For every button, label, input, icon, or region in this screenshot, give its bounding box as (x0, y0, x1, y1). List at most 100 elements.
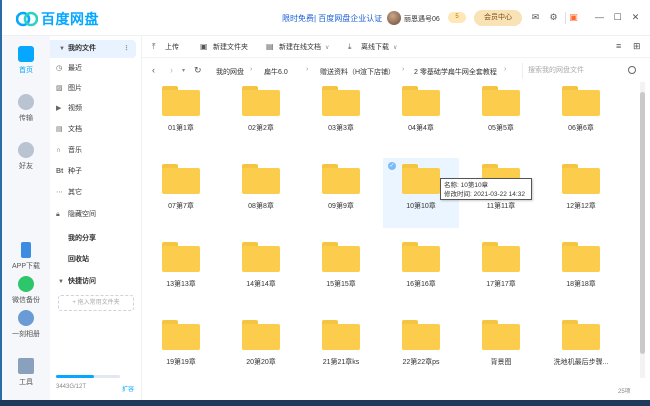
close-icon[interactable]: ✕ (630, 12, 641, 23)
folder-item[interactable]: 04第4章 (383, 80, 459, 150)
sidebar-item-music[interactable]: ∩ 音乐 (50, 142, 140, 160)
breadcrumb-item[interactable]: 赠送资料（H渲下店铺） (320, 67, 395, 77)
offline-download-button[interactable]: ⤓ 离线下载 ∨ (348, 42, 397, 52)
maximize-icon[interactable]: ☐ (612, 12, 623, 23)
nav-home[interactable]: 首页 (2, 46, 50, 75)
folder-item[interactable]: 12第12章 (543, 158, 619, 228)
nav-label: 一刻相册 (12, 331, 40, 338)
breadcrumb-item[interactable]: 2 零基础学扁牛网全套教程 (414, 67, 497, 77)
folder-item[interactable]: 20第20章 (223, 314, 299, 382)
expand-storage-link[interactable]: 扩容 (122, 384, 134, 393)
folder-item[interactable]: 18第18章 (543, 236, 619, 306)
checkbox-icon[interactable]: ✓ (388, 162, 396, 170)
sidebar-item-torrents[interactable]: Bt 种子 (50, 163, 140, 181)
breadcrumb-item[interactable]: 扁牛6.0 (264, 67, 288, 77)
history-dropdown-icon[interactable]: ▾ (182, 67, 185, 74)
folder-item[interactable]: 15第15章 (303, 236, 379, 306)
grid-view-icon[interactable]: ⊞ (633, 41, 641, 52)
back-icon[interactable]: ‹ (152, 65, 155, 75)
scrollbar[interactable] (640, 82, 645, 378)
folder-icon (162, 242, 200, 272)
upload-button[interactable]: ⤒ 上传 (152, 42, 179, 52)
folder-item[interactable]: 背景图 (463, 314, 539, 382)
nav-app-download[interactable]: APP下载 (2, 242, 50, 271)
folder-item[interactable]: 08第8章 (223, 158, 299, 228)
sort-icon[interactable]: ≡ (616, 41, 621, 51)
username[interactable]: 丽恩遇号06 (404, 14, 440, 24)
folder-name: 05第5章 (488, 125, 514, 132)
folder-item[interactable]: 06第6章 (543, 80, 619, 150)
folder-item[interactable]: 17第17章 (463, 236, 539, 306)
forward-icon[interactable]: › (170, 65, 173, 75)
folder-item[interactable]: 16第16章 (383, 236, 459, 306)
nav-tools[interactable]: 工具 (2, 358, 50, 387)
gear-icon[interactable]: ⚙ (548, 12, 559, 23)
nav-label: APP下载 (11, 263, 40, 270)
path-bar: ‹ › ▾ ↻ 我的网盘 › 扁牛6.0 › 赠送资料（H渲下店铺） › 2 零… (142, 63, 650, 79)
app-logo[interactable]: 百度网盘 (16, 9, 99, 29)
storage-quota-fill (56, 375, 95, 378)
sidebar-heading: 我的文件 (67, 45, 96, 52)
scrollbar-thumb[interactable] (640, 92, 645, 354)
nav-album[interactable]: 一刻相册 (2, 310, 50, 339)
sidebar-item-label: 音乐 (68, 147, 82, 154)
folder-item[interactable]: 21第21章ks (303, 314, 379, 382)
transfer-icon (18, 94, 34, 110)
home-icon (18, 46, 34, 62)
folder-item[interactable]: 02第2章 (223, 80, 299, 150)
new-folder-button[interactable]: ▣ 新建文件夹 (200, 42, 248, 52)
main-panel: ⤒ 上传 ▣ 新建文件夹 ▤ 新建在线文档 ∨ ⤓ 离线下载 ∨ ≡ ⊞ ‹ › ▾ ↻ 我… (142, 36, 650, 400)
folder-name: 17第17章 (486, 281, 516, 288)
nav-friends[interactable]: 好友 (2, 142, 50, 171)
more-dots-icon[interactable]: ⋮ (123, 40, 130, 58)
phone-icon (21, 242, 31, 258)
download-icon: ⤓ (348, 42, 352, 51)
folder-item[interactable]: 22第22章ps (383, 314, 459, 382)
sidebar-my-files[interactable]: ▼ 我的文件 ⋮ (50, 40, 136, 58)
sidebar-item-recent[interactable]: ◷ 最近 (50, 60, 140, 78)
folder-item[interactable]: 13第13章 (143, 236, 219, 306)
folder-item[interactable]: 19第19章 (143, 314, 219, 382)
avatar[interactable] (387, 11, 401, 25)
member-center-button[interactable]: 会员中心 (474, 10, 522, 26)
minimize-icon[interactable]: — (594, 12, 605, 23)
sidebar-item-label: 种子 (68, 168, 82, 175)
sidebar-recycle-bin[interactable]: 回收站 (68, 254, 89, 264)
gift-icon[interactable]: ▣ (568, 12, 579, 23)
button-label: 新建在线文档 (279, 44, 321, 51)
sidebar-item-videos[interactable]: ▶ 视频 (50, 100, 140, 118)
sidebar-item-hidden-space[interactable]: 🔒︎ 隐藏空间 (50, 206, 140, 224)
refresh-icon[interactable]: ↻ (194, 65, 202, 76)
promo-link[interactable]: 限时免费| 百度网盘企业认证 (282, 13, 382, 24)
sidebar-item-label: 其它 (68, 189, 82, 196)
breadcrumb-item[interactable]: 我的网盘 (216, 67, 244, 77)
folder-item[interactable]: 14第14章 (223, 236, 299, 306)
folder-name: 背景图 (490, 359, 512, 366)
sidebar-item-other[interactable]: ⋯ 其它 (50, 184, 140, 202)
sidebar-quick-access[interactable]: ▼ 快捷访问 (58, 276, 96, 286)
folder-item[interactable]: 01第1章 (143, 80, 219, 150)
folder-item[interactable]: 03第3章 (303, 80, 379, 150)
app-name: 百度网盘 (41, 11, 99, 27)
folder-item[interactable]: 洗地机最后步骤... (543, 314, 619, 382)
search-input[interactable]: 搜索我的网盘文件 (522, 63, 640, 79)
folder-item[interactable]: 05第5章 (463, 80, 539, 150)
bt-icon: Bt (56, 168, 64, 175)
nav-label: 工具 (19, 379, 33, 386)
mail-icon[interactable]: ✉ (530, 12, 541, 23)
sidebar-item-docs[interactable]: ▤ 文档 (50, 121, 140, 139)
sidebar-item-images[interactable]: ▨ 图片 (50, 80, 140, 98)
folder-name: 10第10章 (406, 203, 436, 210)
folder-item[interactable]: 09第9章 (303, 158, 379, 228)
search-icon[interactable] (628, 66, 636, 74)
folder-name: 03第3章 (328, 125, 354, 132)
button-label: 上传 (165, 44, 179, 51)
sidebar-my-share[interactable]: 我的分享 (68, 233, 96, 243)
folder-item[interactable]: 07第7章 (143, 158, 219, 228)
search-placeholder: 搜索我的网盘文件 (528, 67, 584, 74)
nav-wechat-backup[interactable]: 微信备份 (2, 276, 50, 305)
new-online-doc-button[interactable]: ▤ 新建在线文档 ∨ (266, 42, 329, 52)
nav-transfer[interactable]: 传输 (2, 94, 50, 123)
folder-icon (322, 320, 360, 350)
add-quick-access-dropzone[interactable]: + 拖入常用文件夹 (58, 295, 134, 311)
